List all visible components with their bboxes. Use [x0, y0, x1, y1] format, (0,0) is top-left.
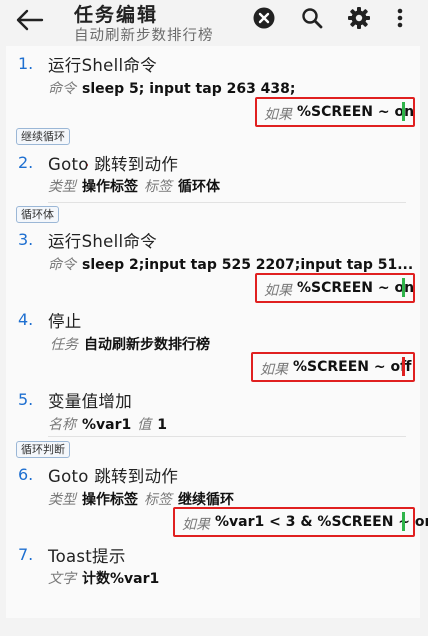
param-value: 继续循环 [178, 492, 234, 508]
gear-icon[interactable] [347, 6, 371, 30]
condition-key: 如果 [182, 517, 210, 533]
more-vert-icon[interactable] [390, 6, 410, 30]
param-key: 命令 [48, 81, 76, 97]
action-item-1[interactable]: 1. 运行Shell命令 命令 sleep 5; input tap 263 43… [6, 46, 420, 127]
action-item-2[interactable]: 2. Goto 跳转到动作 类型 操作标签 标签 循环体 [6, 146, 420, 202]
condition-key: 如果 [264, 283, 292, 299]
action-number: 4. [18, 310, 34, 329]
param-value: 循环体 [178, 179, 220, 195]
condition-box[interactable]: 如果 %SCREEN ~ on [255, 97, 415, 127]
condition-key: 如果 [260, 362, 288, 378]
param-value: sleep 5; input tap 263 438; [82, 81, 296, 97]
condition-value: %SCREEN ~ on [297, 104, 415, 120]
action-number: 5. [18, 390, 34, 409]
action-name: Toast提示 [48, 547, 126, 566]
action-params: 命令 sleep 5; input tap 263 438; [48, 78, 302, 98]
action-params: 类型 操作标签 标签 继续循环 [48, 489, 240, 509]
condition-box[interactable]: 如果 %SCREEN ~ off [251, 352, 415, 382]
action-item-4[interactable]: 4. 停止 任务 自动刷新步数排行榜 如果 %SCREEN ~ off [6, 302, 420, 382]
action-name: 运行Shell命令 [48, 232, 157, 251]
action-name: Goto 跳转到动作 [48, 155, 179, 174]
condition-value: %SCREEN ~ off [293, 359, 412, 375]
action-item-6[interactable]: 6. Goto 跳转到动作 类型 操作标签 标签 继续循环 如果 %var1 < 3 … [6, 457, 428, 541]
action-label-badge: 继续循环 [16, 128, 70, 145]
condition-status-bar [402, 278, 405, 297]
action-label-badge: 循环体 [16, 206, 59, 223]
condition-value: %var1 < 3 & %SCREEN ~ on [215, 514, 428, 530]
action-params: 类型 操作标签 标签 循环体 [48, 176, 226, 196]
close-circle-icon[interactable] [252, 6, 276, 30]
action-list: 1. 运行Shell命令 命令 sleep 5; input tap 263 43… [6, 46, 428, 618]
action-params: 文字 计数%var1 [48, 568, 165, 588]
action-item-7[interactable]: 7. Toast提示 文字 计数%var1 [6, 541, 420, 601]
param-value: 自动刷新步数排行榜 [84, 337, 210, 353]
param-key: 文字 [48, 571, 76, 587]
action-name: 变量值增加 [48, 392, 132, 411]
param-value: 1 [157, 417, 167, 433]
action-number: 3. [18, 230, 34, 249]
param-key: 命令 [48, 257, 76, 273]
page-title: 任务编辑 [74, 4, 159, 26]
param-key: 类型 [48, 179, 76, 195]
app-bar: 任务编辑 自动刷新步数排行榜 [0, 0, 428, 44]
action-number: 2. [18, 153, 34, 172]
param-key: 标签 [144, 492, 172, 508]
action-name: 停止 [48, 312, 82, 331]
param-value: 计数%var1 [82, 571, 160, 587]
condition-box[interactable]: 如果 %var1 < 3 & %SCREEN ~ on [173, 507, 428, 537]
param-key: 名称 [48, 417, 76, 433]
param-value: 操作标签 [82, 179, 138, 195]
condition-key: 如果 [264, 107, 292, 123]
search-icon[interactable] [300, 6, 324, 30]
action-params: 命令 sleep 2;input tap 525 2207;input tap 5… [48, 254, 419, 274]
condition-status-bar [402, 357, 405, 376]
param-key: 类型 [48, 492, 76, 508]
param-key: 任务 [50, 337, 78, 353]
action-item-3[interactable]: 3. 运行Shell命令 命令 sleep 2;input tap 525 220… [6, 222, 420, 303]
action-item-5[interactable]: 5. 变量值增加 名称 %var1 值 1 [6, 382, 420, 436]
condition-value: %SCREEN ~ on [297, 280, 415, 296]
divider [48, 436, 406, 437]
divider [48, 202, 406, 203]
back-arrow-icon[interactable] [14, 6, 46, 34]
action-number: 1. [18, 54, 34, 73]
param-value: 操作标签 [82, 492, 138, 508]
param-value: %var1 [82, 417, 132, 433]
param-value: sleep 2;input tap 525 2207;input tap 51.… [82, 257, 414, 273]
action-number: 7. [18, 545, 34, 564]
action-name: 运行Shell命令 [48, 56, 157, 75]
action-params: 任务 自动刷新步数排行榜 [50, 334, 216, 354]
condition-box[interactable]: 如果 %SCREEN ~ on [255, 273, 415, 303]
task-name-subtitle: 自动刷新步数排行榜 [74, 28, 214, 44]
condition-status-bar [402, 512, 405, 531]
action-params: 名称 %var1 值 1 [48, 414, 173, 434]
param-key: 标签 [144, 179, 172, 195]
condition-status-bar [402, 102, 405, 121]
param-key: 值 [137, 417, 152, 433]
action-number: 6. [18, 465, 34, 484]
action-label-badge: 循环判断 [16, 441, 70, 458]
action-name: Goto 跳转到动作 [48, 467, 179, 486]
